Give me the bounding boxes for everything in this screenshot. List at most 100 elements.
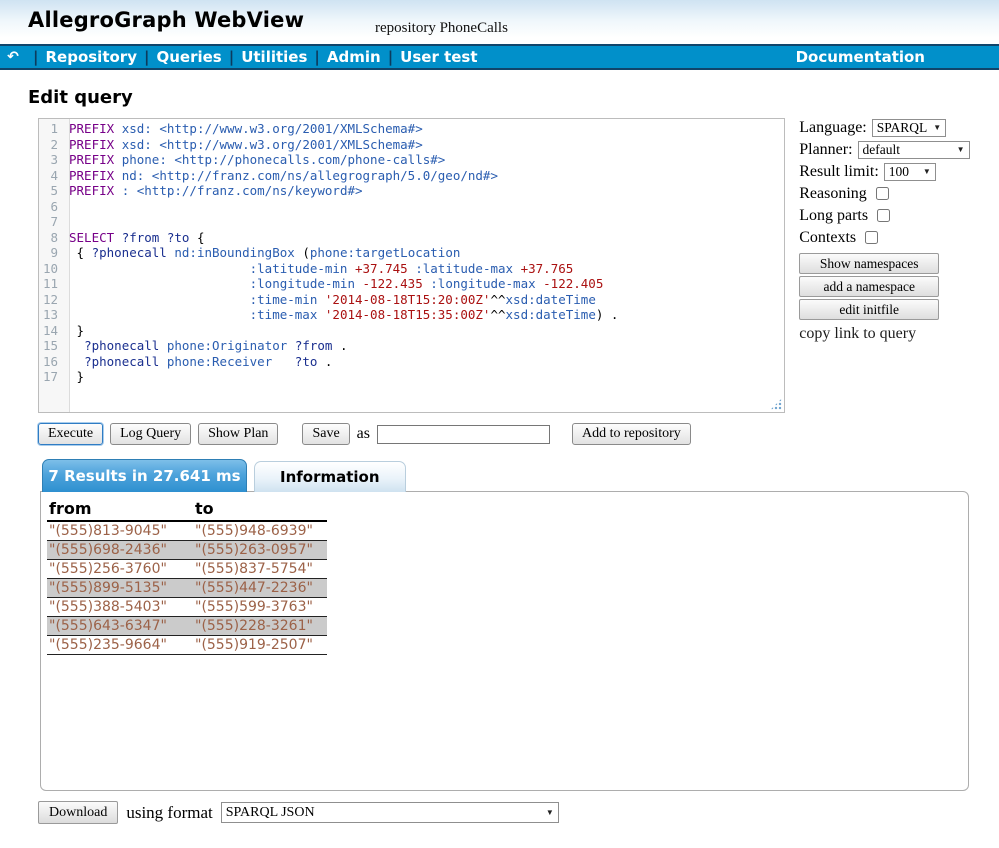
line-number: 4 xyxy=(39,168,65,184)
show-plan-button[interactable]: Show Plan xyxy=(198,423,278,445)
results-table: from to "(555)813-9045""(555)948-6939""(… xyxy=(47,499,327,655)
reasoning-checkbox[interactable] xyxy=(876,187,889,200)
long-parts-checkbox[interactable] xyxy=(877,209,890,222)
page-title: Edit query xyxy=(28,87,999,108)
back-arrow-icon[interactable]: ↶ xyxy=(0,49,26,65)
query-editor-row: 1PREFIX xsd: <http://www.w3.org/2001/XML… xyxy=(38,118,999,413)
line-number: 14 xyxy=(39,323,65,339)
table-row: "(555)256-3760""(555)837-5754" xyxy=(47,560,327,579)
query-options-sidebar: Language: SPARQL ▼ Planner: default ▼ Re… xyxy=(799,118,999,413)
line-number: 2 xyxy=(39,137,65,153)
query-code-editor[interactable]: 1PREFIX xsd: <http://www.w3.org/2001/XML… xyxy=(38,118,785,413)
cell-from: "(555)698-2436" xyxy=(47,541,193,560)
save-as-label: as xyxy=(357,425,370,443)
nav-separator: | xyxy=(33,48,38,66)
nav-bar: ↶ |Repository|Queries|Utilities|Admin|Us… xyxy=(0,44,999,70)
using-format-label: using format xyxy=(126,803,212,823)
line-number: 5 xyxy=(39,183,65,199)
code-line-1: 1PREFIX xsd: <http://www.w3.org/2001/XML… xyxy=(39,121,784,137)
line-number: 6 xyxy=(39,199,65,215)
add-to-repository-button[interactable]: Add to repository xyxy=(572,423,691,445)
execute-button[interactable]: Execute xyxy=(38,423,103,445)
line-number: 15 xyxy=(39,338,65,354)
nav-item-documentation[interactable]: Documentation xyxy=(796,48,925,66)
table-row: "(555)235-9664""(555)919-2507" xyxy=(47,636,327,655)
chevron-down-icon: ▼ xyxy=(957,145,965,154)
line-number: 16 xyxy=(39,354,65,370)
line-number: 10 xyxy=(39,261,65,277)
code-line-17: 17 } xyxy=(39,369,784,385)
download-button[interactable]: Download xyxy=(38,801,118,824)
code-line-13: 13 :time-max '2014-08-18T15:35:00Z'^^xsd… xyxy=(39,307,784,323)
download-row: Download using format SPARQL JSON ▼ xyxy=(38,801,999,824)
cell-to: "(555)919-2507" xyxy=(193,636,327,655)
planner-row: Planner: default ▼ xyxy=(799,140,999,159)
language-value: SPARQL xyxy=(877,120,928,136)
save-button[interactable]: Save xyxy=(302,423,349,445)
chevron-down-icon: ▼ xyxy=(933,123,941,132)
code-line-4: 4PREFIX nd: <http://franz.com/ns/allegro… xyxy=(39,168,784,184)
cell-from: "(555)256-3760" xyxy=(47,560,193,579)
download-format-value: SPARQL JSON xyxy=(226,805,315,821)
column-header-from: from xyxy=(47,499,193,521)
planner-select[interactable]: default ▼ xyxy=(858,141,970,159)
nav-item-user-test[interactable]: User test xyxy=(400,48,477,66)
language-label: Language: xyxy=(799,119,867,137)
add-namespace-button[interactable]: add a namespace xyxy=(799,276,939,297)
table-row: "(555)698-2436""(555)263-0957" xyxy=(47,541,327,560)
cell-to: "(555)599-3763" xyxy=(193,598,327,617)
column-header-to: to xyxy=(193,499,327,521)
results-tabs: 7 Results in 27.641 ms Information xyxy=(42,459,999,492)
contexts-label: Contexts xyxy=(799,229,856,247)
contexts-row: Contexts xyxy=(799,228,999,247)
nav-item-admin[interactable]: Admin xyxy=(327,48,381,66)
result-limit-select[interactable]: 100 ▼ xyxy=(884,163,936,181)
table-row: "(555)388-5403""(555)599-3763" xyxy=(47,598,327,617)
results-header-row: from to xyxy=(47,499,327,521)
repository-label: repository PhoneCalls xyxy=(375,20,508,37)
contexts-checkbox[interactable] xyxy=(865,231,878,244)
cell-from: "(555)813-9045" xyxy=(47,521,193,541)
code-line-8: 8SELECT ?from ?to { xyxy=(39,230,784,246)
cell-to: "(555)948-6939" xyxy=(193,521,327,541)
code-line-3: 3PREFIX phone: <http://phonecalls.com/ph… xyxy=(39,152,784,168)
code-line-6: 6 xyxy=(39,199,784,215)
code-line-2: 2PREFIX xsd: <http://www.w3.org/2001/XML… xyxy=(39,137,784,153)
nav-item-repository[interactable]: Repository xyxy=(45,48,137,66)
result-limit-row: Result limit: 100 ▼ xyxy=(799,162,999,181)
nav-items: |Repository|Queries|Utilities|Admin|User… xyxy=(26,48,478,66)
language-row: Language: SPARQL ▼ xyxy=(799,118,999,137)
results-panel: from to "(555)813-9045""(555)948-6939""(… xyxy=(40,491,969,791)
cell-to: "(555)263-0957" xyxy=(193,541,327,560)
download-format-select[interactable]: SPARQL JSON ▼ xyxy=(221,802,559,823)
edit-initfile-button[interactable]: edit initfile xyxy=(799,299,939,320)
code-line-11: 11 :longitude-min -122.435 :longitude-ma… xyxy=(39,276,784,292)
cell-to: "(555)447-2236" xyxy=(193,579,327,598)
table-row: "(555)643-6347""(555)228-3261" xyxy=(47,617,327,636)
chevron-down-icon: ▼ xyxy=(546,808,554,817)
planner-label: Planner: xyxy=(799,141,852,159)
save-name-input[interactable] xyxy=(377,425,550,444)
nav-separator: | xyxy=(144,48,149,66)
tab-results[interactable]: 7 Results in 27.641 ms xyxy=(42,459,247,492)
header-banner: AllegroGraph WebView repository PhoneCal… xyxy=(0,0,999,44)
editor-resize-grip[interactable] xyxy=(770,398,782,410)
app-title: AllegroGraph WebView xyxy=(28,8,304,32)
nav-item-queries[interactable]: Queries xyxy=(156,48,221,66)
tab-information[interactable]: Information xyxy=(254,461,406,492)
nav-item-utilities[interactable]: Utilities xyxy=(241,48,307,66)
copy-link-to-query[interactable]: copy link to query xyxy=(799,325,999,343)
code-line-16: 16 ?phonecall phone:Receiver ?to . xyxy=(39,354,784,370)
main-content: Edit query 1PREFIX xsd: <http://www.w3.o… xyxy=(0,87,999,824)
table-row: "(555)899-5135""(555)447-2236" xyxy=(47,579,327,598)
namespace-buttons: Show namespaces add a namespace edit ini… xyxy=(799,253,999,320)
language-select[interactable]: SPARQL ▼ xyxy=(872,119,946,137)
line-number: 17 xyxy=(39,369,65,385)
log-query-button[interactable]: Log Query xyxy=(110,423,191,445)
show-namespaces-button[interactable]: Show namespaces xyxy=(799,253,939,274)
cell-to: "(555)228-3261" xyxy=(193,617,327,636)
code-line-5: 5PREFIX : <http://franz.com/ns/keyword#> xyxy=(39,183,784,199)
reasoning-row: Reasoning xyxy=(799,184,999,203)
nav-separator: | xyxy=(388,48,393,66)
code-line-12: 12 :time-min '2014-08-18T15:20:00Z'^^xsd… xyxy=(39,292,784,308)
